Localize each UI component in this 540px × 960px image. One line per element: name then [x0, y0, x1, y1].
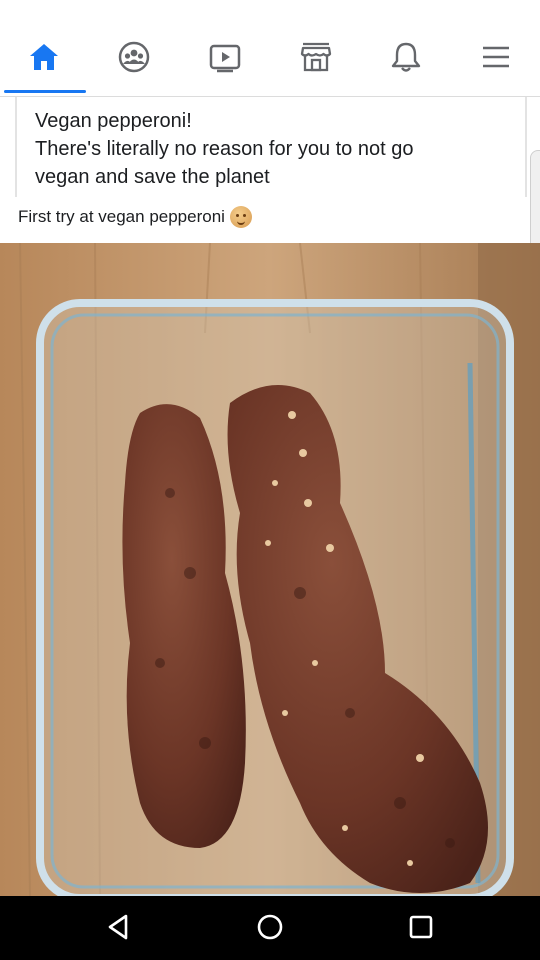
active-tab-indicator — [4, 90, 86, 93]
nav-groups[interactable] — [114, 40, 154, 84]
nav-home[interactable] — [24, 40, 64, 84]
nav-marketplace[interactable] — [296, 40, 336, 84]
system-navigation-bar — [0, 896, 540, 960]
home-circle-icon[interactable] — [253, 910, 287, 944]
notifications-icon — [391, 42, 421, 72]
caption-text: First try at vegan pepperoni — [18, 207, 225, 226]
shared-post-box: Vegan pepperoni! There's literally no re… — [15, 97, 527, 197]
post-line: There's literally no reason for you to n… — [35, 138, 414, 160]
sausage-photo-illustration — [0, 243, 540, 896]
marketplace-icon — [300, 42, 332, 72]
recents-icon[interactable] — [404, 910, 438, 944]
post-line: Vegan pepperoni! — [35, 110, 192, 132]
nav-notifications[interactable] — [386, 40, 426, 84]
post-line: vegan and save the planet — [35, 166, 270, 188]
back-icon[interactable] — [101, 910, 135, 944]
nav-menu[interactable] — [476, 40, 516, 84]
post-photo[interactable] — [0, 243, 540, 896]
groups-icon — [118, 41, 150, 73]
grinning-face-emoji — [229, 206, 252, 228]
post-text: Vegan pepperoni! There's literally no re… — [35, 107, 515, 191]
top-navigation-bar — [0, 0, 540, 97]
watch-icon — [209, 44, 241, 73]
post-caption: First try at vegan pepperoni — [18, 206, 252, 228]
nav-watch[interactable] — [205, 40, 245, 84]
home-icon — [30, 44, 58, 70]
menu-icon — [483, 46, 509, 68]
